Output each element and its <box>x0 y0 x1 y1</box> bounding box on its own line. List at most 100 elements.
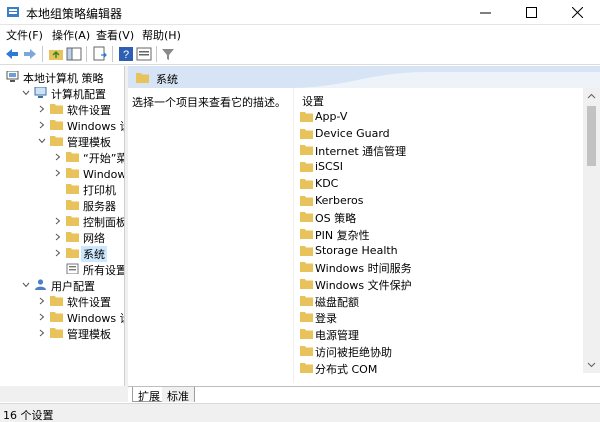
navigation-tree: 本地计算机 策略计算机配置软件设置 Windows 设置管理模板 “开始”菜单和 Wi… <box>0 66 125 401</box>
tree-item-label: Windows 设置 <box>67 312 124 325</box>
tree-item[interactable]: 所有设置 <box>0 261 124 277</box>
help-icon[interactable]: ? <box>118 46 134 62</box>
status-bar: 16 个设置 <box>0 403 600 422</box>
chevron-right-icon[interactable] <box>54 249 62 257</box>
folder-icon <box>66 200 79 210</box>
list-item[interactable]: OS 策略 <box>300 209 580 225</box>
tab-extended[interactable]: 扩展 <box>132 387 166 403</box>
chevron-down-icon[interactable] <box>22 281 30 289</box>
list-item[interactable]: Storage Health <box>300 243 580 259</box>
description-text: 选择一个项目来查看它的描述。 <box>132 96 286 109</box>
folder-icon <box>50 312 63 322</box>
up-folder-icon[interactable] <box>48 46 64 62</box>
chevron-right-icon[interactable] <box>54 169 62 177</box>
tree-item[interactable]: 控制面板 <box>0 213 125 229</box>
tree-item-label: 服务器 <box>83 200 116 213</box>
chevron-down-icon[interactable] <box>38 137 46 145</box>
tree-item[interactable]: 系统 <box>0 245 124 262</box>
tree-item-label: 本地计算机 策略 <box>23 72 104 85</box>
list-item-label: Kerberos <box>315 193 364 207</box>
toolbar-separator <box>112 46 113 62</box>
filter-icon[interactable] <box>160 46 176 62</box>
tree-item[interactable]: 管理模板 <box>0 325 124 341</box>
folder-icon <box>66 152 79 162</box>
folder-icon <box>300 262 313 273</box>
tree-item[interactable]: Windows 设置 <box>0 309 124 325</box>
tree-item[interactable]: 本地计算机 策略 <box>0 69 124 85</box>
chevron-right-icon[interactable] <box>38 313 46 321</box>
menu-action[interactable]: 操作(A) <box>52 27 90 43</box>
list-item[interactable]: Windows 文件保护 <box>300 276 580 292</box>
svg-text:?: ? <box>123 49 129 61</box>
tree-item-label: 控制面板 <box>83 216 125 229</box>
tree-item[interactable]: “开始”菜单和 <box>0 149 124 165</box>
settings-column-header[interactable]: 设置 <box>302 93 324 109</box>
list-item[interactable]: KDC <box>300 176 580 192</box>
list-item[interactable]: iSCSI <box>300 159 580 175</box>
view-tabs: 扩展 标准 <box>128 386 600 403</box>
list-item[interactable]: Device Guard <box>300 126 580 142</box>
properties-icon[interactable] <box>136 46 152 62</box>
tree-item[interactable]: 服务器 <box>0 197 124 213</box>
close-button[interactable] <box>554 0 600 25</box>
tree-item[interactable]: 软件设置 <box>0 101 124 117</box>
scroll-down-icon[interactable] <box>587 360 596 369</box>
scroll-up-icon[interactable] <box>587 92 596 101</box>
folder-icon <box>50 296 63 306</box>
details-header-title: 系统 <box>156 73 178 86</box>
maximize-button[interactable] <box>508 0 554 25</box>
list-item[interactable]: PIN 复杂性 <box>300 226 580 242</box>
list-item[interactable]: 电源管理 <box>300 326 580 342</box>
list-item[interactable]: 访问被拒绝协助 <box>300 343 580 359</box>
tree-item[interactable]: 管理模板 <box>0 133 124 149</box>
vertical-scrollbar[interactable] <box>583 88 600 373</box>
list-item[interactable]: 登录 <box>300 309 580 325</box>
pane-divider <box>293 88 294 383</box>
chevron-right-icon[interactable] <box>54 233 62 241</box>
list-item-label: PIN 复杂性 <box>315 228 370 242</box>
folder-icon <box>300 162 313 173</box>
tree-item[interactable]: 打印机 <box>0 181 124 197</box>
menu-view[interactable]: 查看(V) <box>96 27 134 43</box>
details-pane: 系统 选择一个项目来查看它的描述。 设置 App-V Device Guard In… <box>128 66 600 401</box>
forward-arrow-icon[interactable] <box>22 46 38 62</box>
chevron-right-icon[interactable] <box>38 105 46 113</box>
tree-item-label: “开始”菜单和 <box>83 152 124 165</box>
tree-item[interactable]: Windows 组 <box>0 165 124 181</box>
chevron-right-icon[interactable] <box>38 121 46 129</box>
chevron-right-icon[interactable] <box>38 329 46 337</box>
chevron-right-icon[interactable] <box>54 153 62 161</box>
status-text: 16 个设置 <box>3 409 54 422</box>
tree-item[interactable]: 软件设置 <box>0 293 124 309</box>
folder-icon <box>50 120 63 130</box>
list-item[interactable]: Kerberos <box>300 193 580 209</box>
chevron-right-icon[interactable] <box>38 297 46 305</box>
folder-icon <box>300 212 313 223</box>
folder-icon <box>300 195 313 206</box>
tree-item[interactable]: 计算机配置 <box>0 85 124 101</box>
tree-item[interactable]: 网络 <box>0 229 124 245</box>
list-item-label: 访问被拒绝协助 <box>315 345 392 359</box>
tree-item[interactable]: Windows 设置 <box>0 117 124 133</box>
list-item-label: App-V <box>315 110 348 123</box>
tab-standard[interactable]: 标准 <box>162 387 195 403</box>
chevron-down-icon[interactable] <box>22 89 30 97</box>
minimize-button[interactable] <box>462 0 508 25</box>
show-hide-tree-icon[interactable] <box>66 46 82 62</box>
export-list-icon[interactable] <box>92 46 108 62</box>
list-item[interactable]: 分布式 COM <box>300 360 580 376</box>
folder-icon <box>300 312 313 323</box>
toolbar-separator <box>42 46 43 62</box>
back-arrow-icon[interactable] <box>4 46 20 62</box>
list-item[interactable]: Internet 通信管理 <box>300 142 580 158</box>
list-item[interactable]: Windows 时间服务 <box>300 259 580 275</box>
menu-help[interactable]: 帮助(H) <box>142 27 181 43</box>
list-item-label: Storage Health <box>315 243 398 257</box>
menu-file[interactable]: 文件(F) <box>6 27 43 43</box>
tree-item[interactable]: 用户配置 <box>0 277 124 293</box>
list-item[interactable]: 磁盘配额 <box>300 293 580 309</box>
list-item[interactable]: App-V <box>300 109 580 125</box>
toolbar-separator <box>86 46 87 62</box>
chevron-right-icon[interactable] <box>54 217 62 225</box>
scrollbar-thumb[interactable] <box>587 106 596 166</box>
